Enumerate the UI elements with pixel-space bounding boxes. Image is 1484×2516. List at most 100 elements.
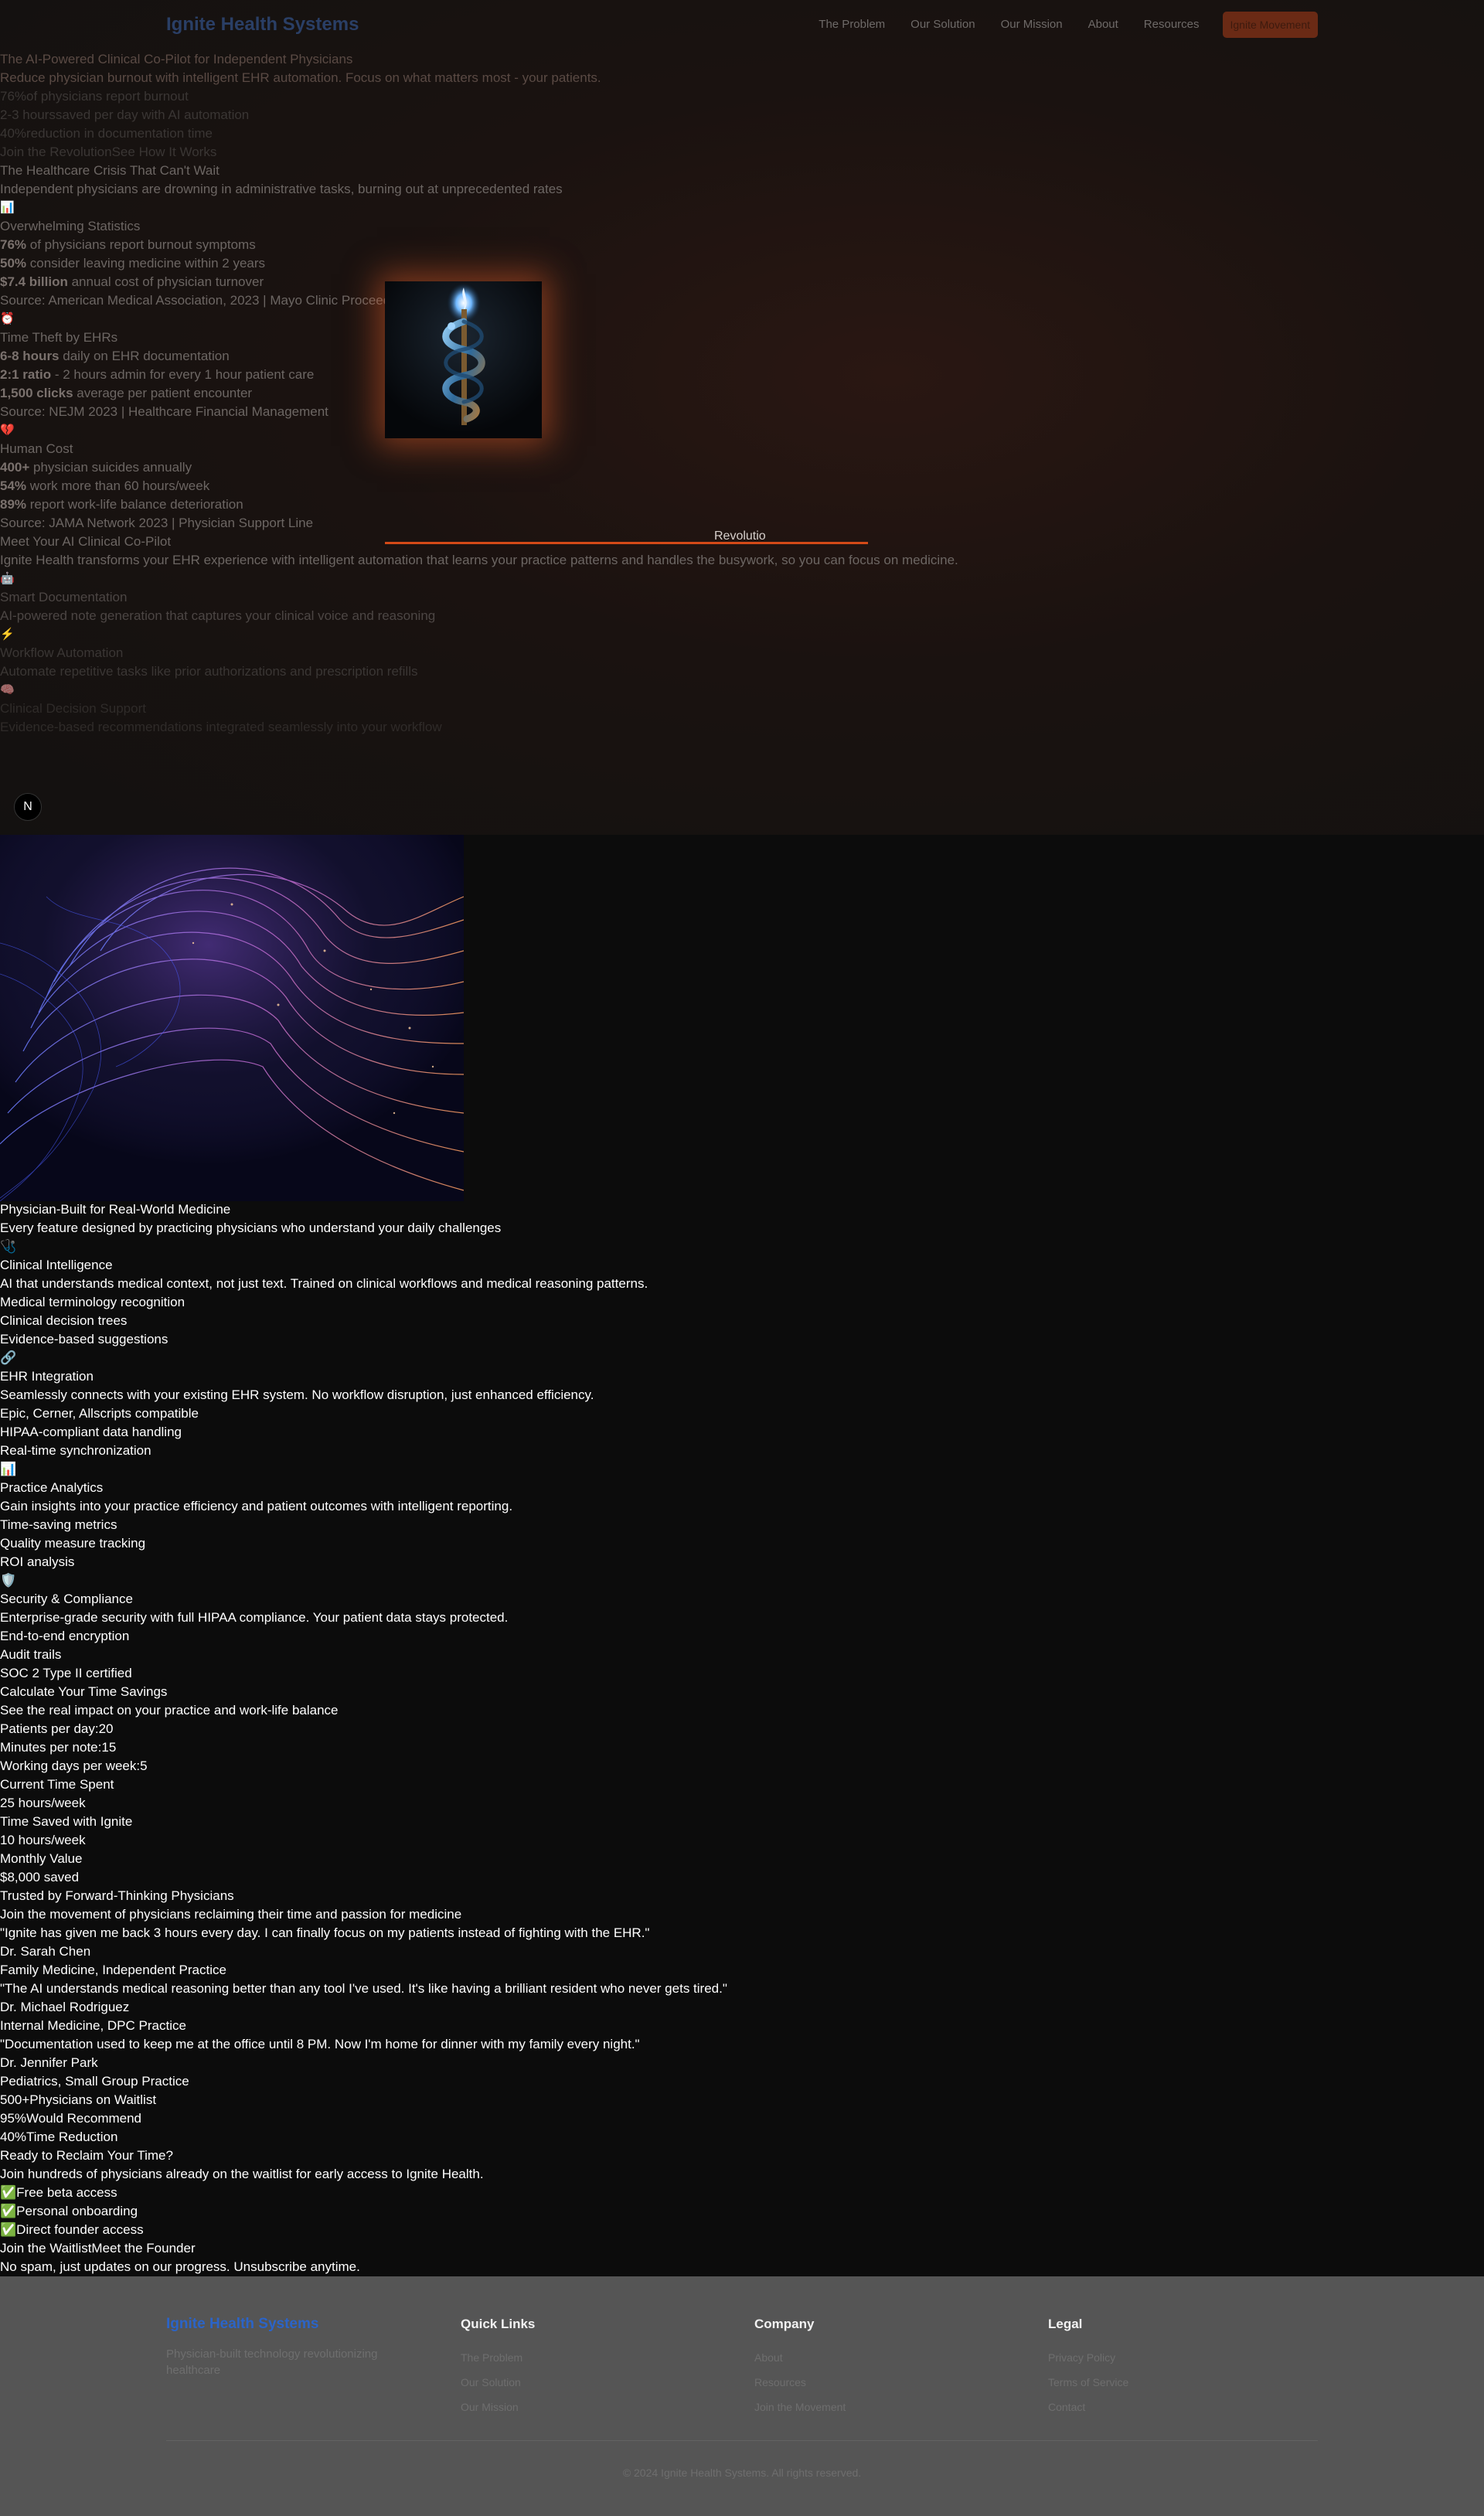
calculator-input-days[interactable]: Working days per week:5: [0, 1757, 148, 1775]
item-text: of physicians report burnout symptoms: [26, 237, 256, 252]
input-label: Patients per day:: [0, 1721, 99, 1736]
item-bold: 6-8 hours: [0, 349, 60, 363]
card-item: 54% work more than 60 hours/week: [0, 477, 209, 495]
card-item: 400+ physician suicides annually: [0, 458, 192, 477]
card-item: 6-8 hours daily on EHR documentation: [0, 347, 230, 366]
physician-built-title: Physician-Built for Real-World Medicine: [0, 1202, 231, 1217]
testimonial-quote: "Ignite has given me back 3 hours every …: [0, 1925, 650, 1940]
feature-bullet: SOC 2 Type II certified: [0, 1666, 132, 1680]
feature-bullet: HIPAA-compliant data handling: [0, 1425, 182, 1439]
footer-link-resources[interactable]: Resources: [754, 2373, 806, 2392]
stat-value: 40%: [0, 126, 27, 141]
testimonial-name: Dr. Michael Rodriguez: [0, 2000, 130, 2014]
result-value: 25 hours/week: [0, 1796, 86, 1810]
feature-title: Practice Analytics: [0, 1480, 104, 1495]
feature-bullet: Evidence-based suggestions: [0, 1332, 168, 1347]
hero-cta-group: Join the RevolutionSee How It Works: [0, 143, 216, 162]
feature-text: AI-powered note generation that captures…: [0, 608, 436, 623]
nav-link-resources[interactable]: Resources: [1144, 12, 1200, 38]
nav-link-our-mission[interactable]: Our Mission: [1001, 12, 1063, 38]
join-revolution-button[interactable]: Join the Revolution: [0, 145, 112, 159]
neural-brain-graphic: [0, 835, 464, 1201]
nav-link-our-solution[interactable]: Our Solution: [910, 12, 975, 38]
item-bold: 2:1 ratio: [0, 367, 52, 382]
robot-icon: 🤖: [0, 572, 15, 585]
check-box-icon: ✅: [0, 2204, 17, 2218]
testimonials-title: Trusted by Forward-Thinking Physicians: [0, 1888, 234, 1903]
crisis-subtitle: Independent physicians are drowning in a…: [0, 182, 563, 196]
bar-chart-icon: 📊: [0, 201, 15, 214]
item-text: - 2 hours admin for every 1 hour patient…: [51, 367, 315, 382]
footer-link-terms[interactable]: Terms of Service: [1048, 2373, 1128, 2392]
footer-link-contact[interactable]: Contact: [1048, 2398, 1085, 2416]
perk-label: Personal onboarding: [16, 2204, 138, 2218]
footer-link-join-movement[interactable]: Join the Movement: [754, 2398, 846, 2416]
alarm-clock-icon: ⏰: [0, 312, 15, 325]
item-text: report work-life balance deterioration: [26, 497, 243, 512]
stat-label: Physicians on Waitlist: [29, 2092, 157, 2107]
stat-label: Time Reduction: [26, 2130, 118, 2144]
nav-link-the-problem[interactable]: The Problem: [819, 12, 885, 38]
physician-built-subtitle: Every feature designed by practicing phy…: [0, 1221, 502, 1235]
result-label: Time Saved with Ignite: [0, 1814, 133, 1829]
cta-note: No spam, just updates on our progress. U…: [0, 2259, 360, 2274]
footer-link-about[interactable]: About: [754, 2348, 783, 2367]
input-label: Working days per week:: [0, 1758, 141, 1773]
testimonial-role: Internal Medicine, DPC Practice: [0, 2018, 186, 2033]
feature-title: Smart Documentation: [0, 590, 128, 604]
lightning-icon: ⚡: [0, 628, 15, 641]
input-label: Minutes per note:: [0, 1740, 102, 1755]
calculator-input-minutes[interactable]: Minutes per note:15: [0, 1738, 116, 1757]
nav-links: The Problem Our Solution Our Mission Abo…: [793, 12, 1318, 38]
card-title: Human Cost: [0, 441, 73, 456]
join-waitlist-button[interactable]: Join the Waitlist: [0, 2241, 91, 2256]
footer-link-our-mission[interactable]: Our Mission: [461, 2398, 519, 2416]
input-value[interactable]: 5: [140, 1758, 147, 1773]
feature-bullet: Audit trails: [0, 1647, 62, 1662]
footer-brand[interactable]: Ignite Health Systems: [166, 2315, 318, 2334]
stat-value: 40%: [0, 2130, 27, 2144]
revolution-underline: [385, 542, 868, 544]
caduceus-image: [385, 281, 542, 438]
check-box-icon: ✅: [0, 2222, 17, 2237]
result-label: Monthly Value: [0, 1851, 83, 1866]
feature-bullet: Time-saving metrics: [0, 1517, 117, 1532]
ignite-movement-button[interactable]: Ignite Movement: [1222, 12, 1318, 38]
shield-icon: 🛡️: [0, 1573, 17, 1588]
stat-label: Would Recommend: [26, 2111, 142, 2126]
brand-logo[interactable]: Ignite Health Systems: [166, 12, 359, 37]
cta-subtitle: Join hundreds of physicians already on t…: [0, 2167, 484, 2181]
meet-founder-button[interactable]: Meet the Founder: [91, 2241, 195, 2256]
hero-eyebrow: The AI-Powered Clinical Co-Pilot for Ind…: [0, 52, 353, 66]
link-icon: 🔗: [0, 1350, 17, 1365]
footer-link-the-problem[interactable]: The Problem: [461, 2348, 522, 2367]
testimonial-role: Family Medicine, Independent Practice: [0, 1963, 226, 1977]
input-value[interactable]: 20: [99, 1721, 114, 1736]
card-item: 76% of physicians report burnout symptom…: [0, 236, 256, 254]
see-how-it-works-button[interactable]: See How It Works: [112, 145, 217, 159]
copyright-text: © 2024 Ignite Health Systems. All rights…: [622, 2467, 862, 2479]
input-value[interactable]: 15: [101, 1740, 116, 1755]
social-stat: 500+Physicians on Waitlist: [0, 2091, 156, 2109]
card-item: 89% report work-life balance deteriorati…: [0, 495, 243, 514]
cta-perk: ✅Free beta access: [0, 2184, 117, 2202]
feature-bullet: Quality measure tracking: [0, 1536, 146, 1551]
item-bold: $7.4 billion: [0, 274, 68, 289]
feature-title: Security & Compliance: [0, 1592, 133, 1606]
nextjs-badge-icon[interactable]: N: [14, 793, 42, 821]
footer-link-our-solution[interactable]: Our Solution: [461, 2373, 521, 2392]
result-label: Current Time Spent: [0, 1777, 114, 1792]
card-item: 2:1 ratio - 2 hours admin for every 1 ho…: [0, 366, 314, 384]
feature-text: Evidence-based recommendations integrate…: [0, 720, 442, 734]
calculator-input-patients[interactable]: Patients per day:20: [0, 1720, 114, 1738]
nav-link-about[interactable]: About: [1088, 12, 1118, 38]
navbar: Ignite Health Systems The Problem Our So…: [0, 0, 1484, 49]
stethoscope-icon: 🩺: [0, 1239, 17, 1254]
footer-link-privacy-policy[interactable]: Privacy Policy: [1048, 2348, 1115, 2367]
testimonial-quote: "The AI understands medical reasoning be…: [0, 1981, 727, 1996]
feature-text: Enterprise-grade security with full HIPA…: [0, 1610, 509, 1625]
neural-brain-image: [0, 835, 464, 1201]
stat-value: 95%: [0, 2111, 27, 2126]
testimonial-quote: "Documentation used to keep me at the of…: [0, 2037, 640, 2051]
card-title: Time Theft by EHRs: [0, 330, 118, 345]
